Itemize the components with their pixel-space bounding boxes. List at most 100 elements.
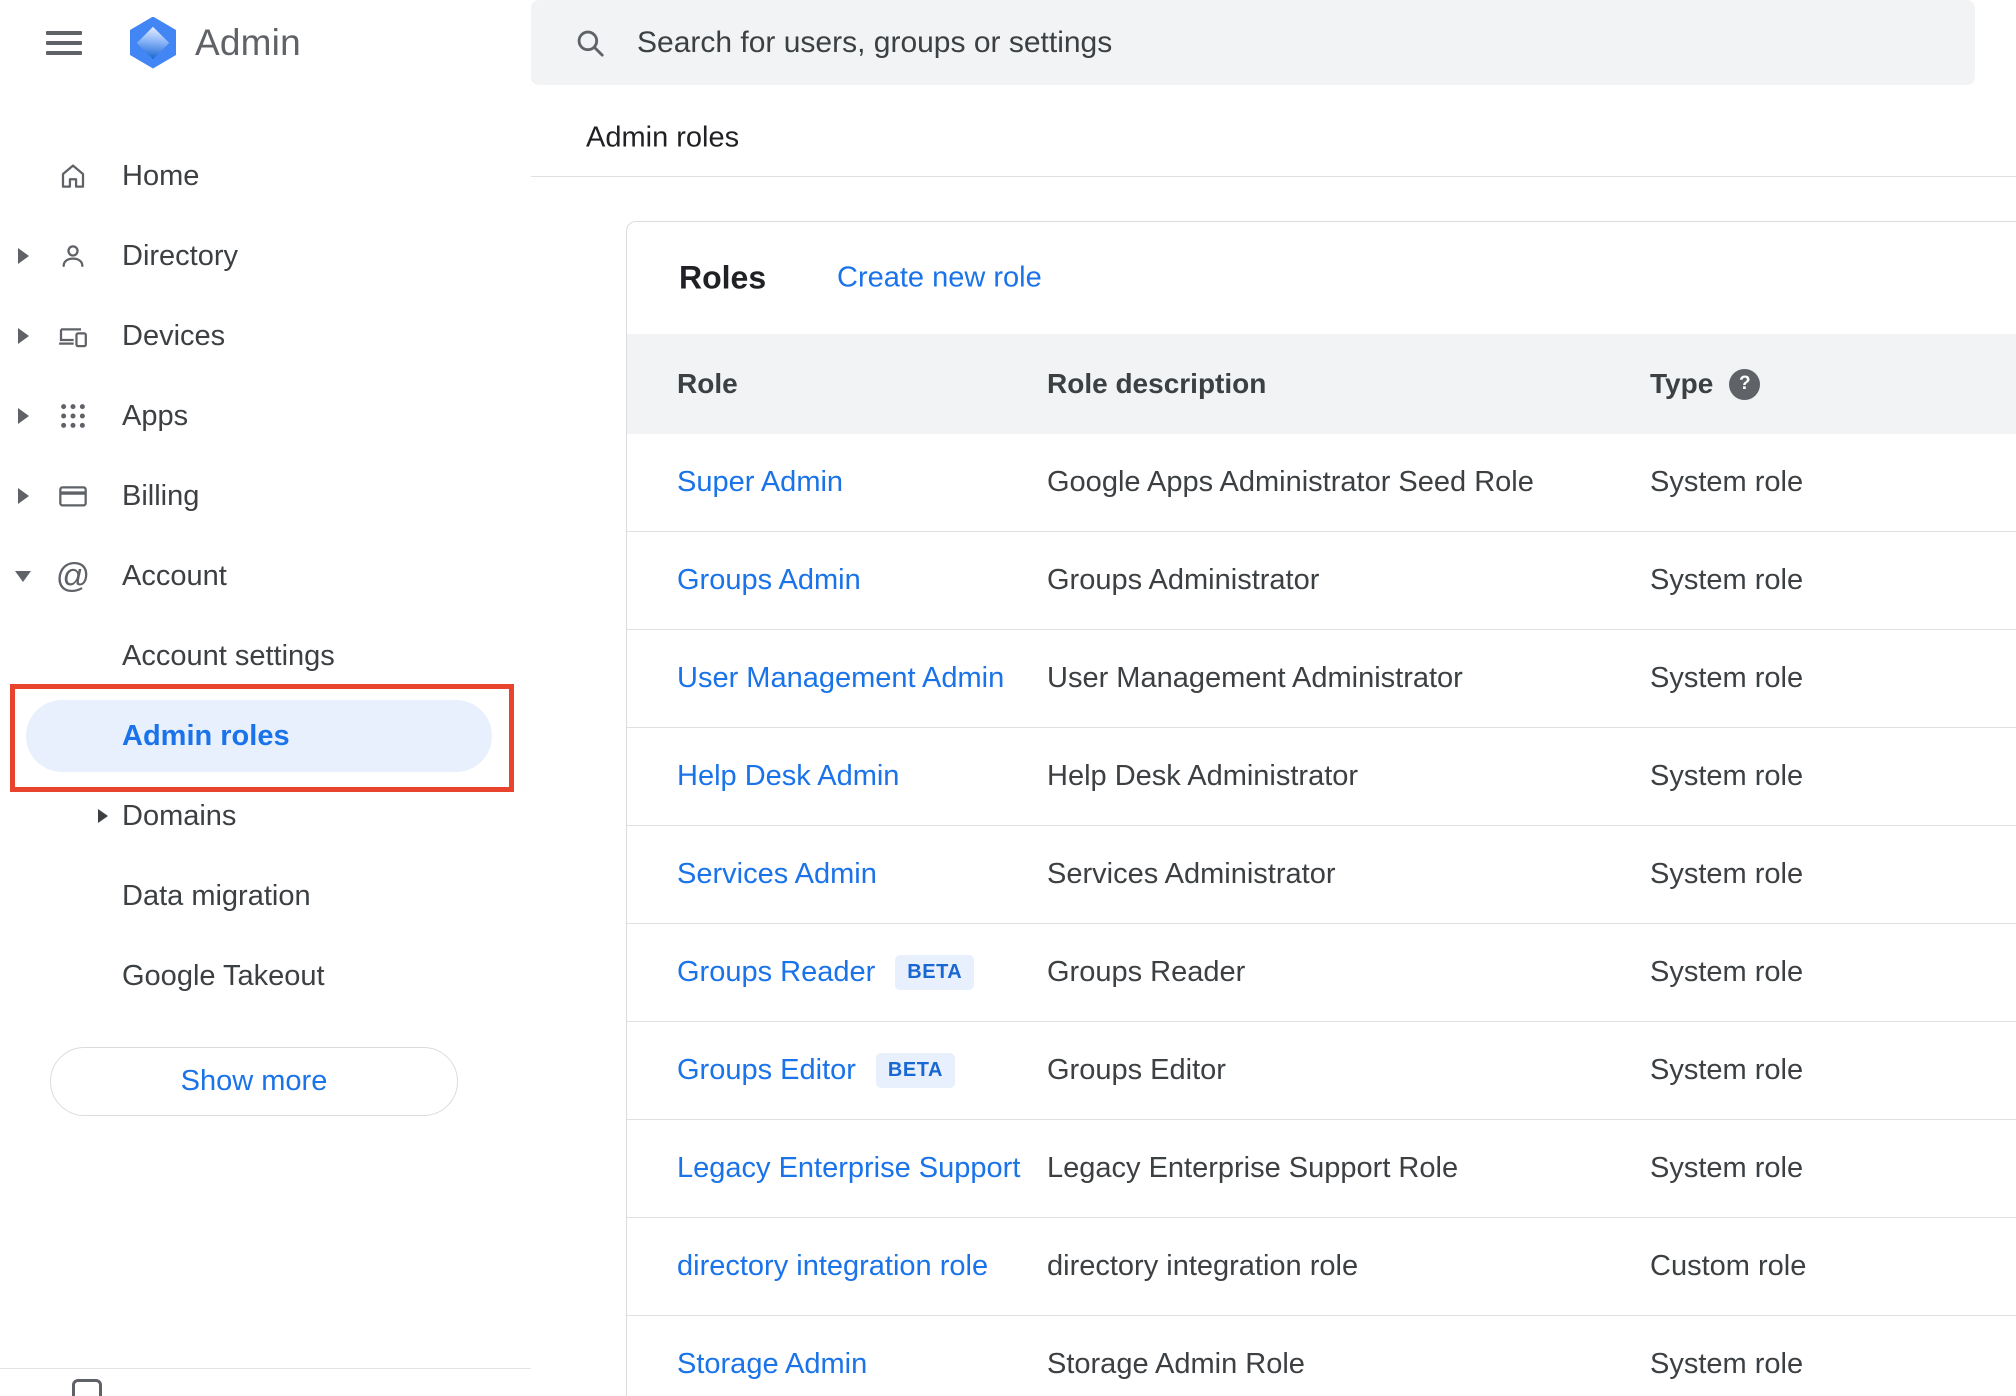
help-question-icon[interactable]: ? (1729, 368, 1761, 400)
column-header-description: Role description (1047, 368, 1267, 399)
role-type: System role (1650, 564, 1804, 596)
sidebar-bottom-divider (0, 1368, 531, 1369)
role-link[interactable]: Groups Admin (677, 564, 861, 597)
role-type: System role (1650, 662, 1804, 694)
role-type: System role (1650, 956, 1804, 988)
table-row: Legacy Enterprise Support Legacy Enterpr… (627, 1120, 2016, 1218)
role-description: Groups Editor (1047, 1054, 1226, 1086)
admin-console-page: Admin Home Directory Devices Apps Billin… (0, 0, 2016, 1396)
role-link[interactable]: Super Admin (677, 466, 843, 499)
sidebar-item-label: Billing (122, 479, 200, 512)
role-description: Legacy Enterprise Support Role (1047, 1152, 1459, 1184)
role-type: System role (1650, 760, 1804, 792)
sidebar-item-apps[interactable]: Apps (0, 376, 531, 456)
person-icon (46, 240, 100, 272)
search-input[interactable] (637, 0, 1975, 85)
chevron-down-icon (15, 570, 31, 582)
role-description: User Management Administrator (1047, 662, 1463, 694)
role-link[interactable]: Services Admin (677, 858, 877, 891)
table-row: Groups Reader BETA Groups Reader System … (627, 924, 2016, 1022)
role-link[interactable]: Legacy Enterprise Support (677, 1152, 1020, 1185)
sidebar-item-label: Data migration (122, 879, 311, 912)
table-row: Super Admin Google Apps Administrator Se… (627, 434, 2016, 532)
role-link[interactable]: User Management Admin (677, 662, 1004, 695)
sidebar-item-account[interactable]: @ Account (0, 536, 531, 616)
role-link[interactable]: directory integration role (677, 1250, 988, 1283)
role-type: System role (1650, 1152, 1804, 1184)
table-row: Help Desk Admin Help Desk Administrator … (627, 728, 2016, 826)
sidebar-item-billing[interactable]: Billing (0, 456, 531, 536)
role-description: Help Desk Administrator (1047, 760, 1359, 792)
roles-table-body: Super Admin Google Apps Administrator Se… (627, 434, 2016, 1396)
sidebar-item-google-takeout[interactable]: Google Takeout (0, 936, 531, 1016)
sidebar-item-label: Devices (122, 319, 226, 352)
role-link[interactable]: Groups Editor (677, 1054, 856, 1087)
table-row: directory integration role directory int… (627, 1218, 2016, 1316)
sidebar-item-label: Google Takeout (122, 959, 325, 992)
roles-table-header: Role Role description Type ? (627, 334, 2016, 434)
chevron-right-icon (17, 248, 29, 264)
sidebar-item-domains[interactable]: Domains (0, 776, 531, 856)
column-header-type: Type (1650, 368, 1714, 399)
role-description: Google Apps Administrator Seed Role (1047, 466, 1534, 498)
sidebar-nav: Home Directory Devices Apps Billing @ Ac… (0, 136, 531, 1116)
sidebar-item-label: Account settings (122, 639, 335, 672)
role-link[interactable]: Groups Reader (677, 956, 875, 989)
home-icon (46, 160, 100, 192)
sidebar-item-home[interactable]: Home (0, 136, 531, 216)
beta-badge: BETA (875, 1053, 955, 1088)
chevron-right-icon (17, 408, 29, 424)
sidebar-item-label: Directory (122, 239, 239, 272)
roles-title: Roles (679, 259, 767, 296)
beta-badge: BETA (895, 955, 975, 990)
hamburger-menu-icon[interactable] (46, 25, 82, 61)
content-divider (531, 176, 2016, 177)
role-description: Storage Admin Role (1047, 1348, 1305, 1380)
create-new-role-link[interactable]: Create new role (837, 262, 1042, 295)
role-link[interactable]: Help Desk Admin (677, 760, 899, 793)
credit-card-icon (46, 480, 100, 512)
show-more-button[interactable]: Show more (50, 1047, 458, 1116)
sidebar-item-label: Admin roles (122, 719, 290, 752)
table-row: Groups Admin Groups Administrator System… (627, 532, 2016, 630)
sidebar-item-label: Account (122, 559, 227, 592)
column-header-role: Role (677, 368, 738, 399)
devices-icon (46, 320, 100, 352)
sidebar-item-data-migration[interactable]: Data migration (0, 856, 531, 936)
search-bar (531, 0, 1975, 85)
partial-bottom-icon (72, 1379, 102, 1396)
roles-card-header: Roles Create new role (627, 222, 2016, 334)
sidebar-header: Admin (0, 0, 531, 85)
table-row: User Management Admin User Management Ad… (627, 630, 2016, 728)
role-type: System role (1650, 466, 1804, 498)
role-type: System role (1650, 858, 1804, 890)
role-description: Groups Administrator (1047, 564, 1320, 596)
role-type: Custom role (1650, 1250, 1807, 1282)
roles-card: Roles Create new role Role Role descript… (626, 221, 2016, 1396)
sidebar-item-label: Home (122, 159, 200, 192)
admin-hexagon-logo (130, 16, 176, 69)
role-type: System role (1650, 1054, 1804, 1086)
table-row: Groups Editor BETA Groups Editor System … (627, 1022, 2016, 1120)
role-description: directory integration role (1047, 1250, 1359, 1282)
chevron-right-icon (17, 488, 29, 504)
sidebar-item-admin-roles[interactable]: Admin roles (0, 696, 531, 776)
chevron-right-icon (98, 809, 108, 823)
chevron-right-icon (17, 328, 29, 344)
at-sign-icon: @ (55, 557, 91, 595)
breadcrumb: Admin roles (586, 121, 740, 154)
sidebar: Admin Home Directory Devices Apps Billin… (0, 0, 531, 1396)
table-row: Storage Admin Storage Admin Role System … (627, 1316, 2016, 1396)
role-description: Services Administrator (1047, 858, 1336, 890)
sidebar-item-label: Domains (122, 799, 237, 832)
role-description: Groups Reader (1047, 956, 1246, 988)
sidebar-item-account-settings[interactable]: Account settings (0, 616, 531, 696)
sidebar-item-devices[interactable]: Devices (0, 296, 531, 376)
search-icon (577, 30, 604, 57)
table-row: Services Admin Services Administrator Sy… (627, 826, 2016, 924)
sidebar-item-label: Apps (122, 399, 189, 432)
app-title: Admin (195, 21, 301, 63)
role-link[interactable]: Storage Admin (677, 1348, 867, 1381)
sidebar-item-directory[interactable]: Directory (0, 216, 531, 296)
role-type: System role (1650, 1348, 1804, 1380)
